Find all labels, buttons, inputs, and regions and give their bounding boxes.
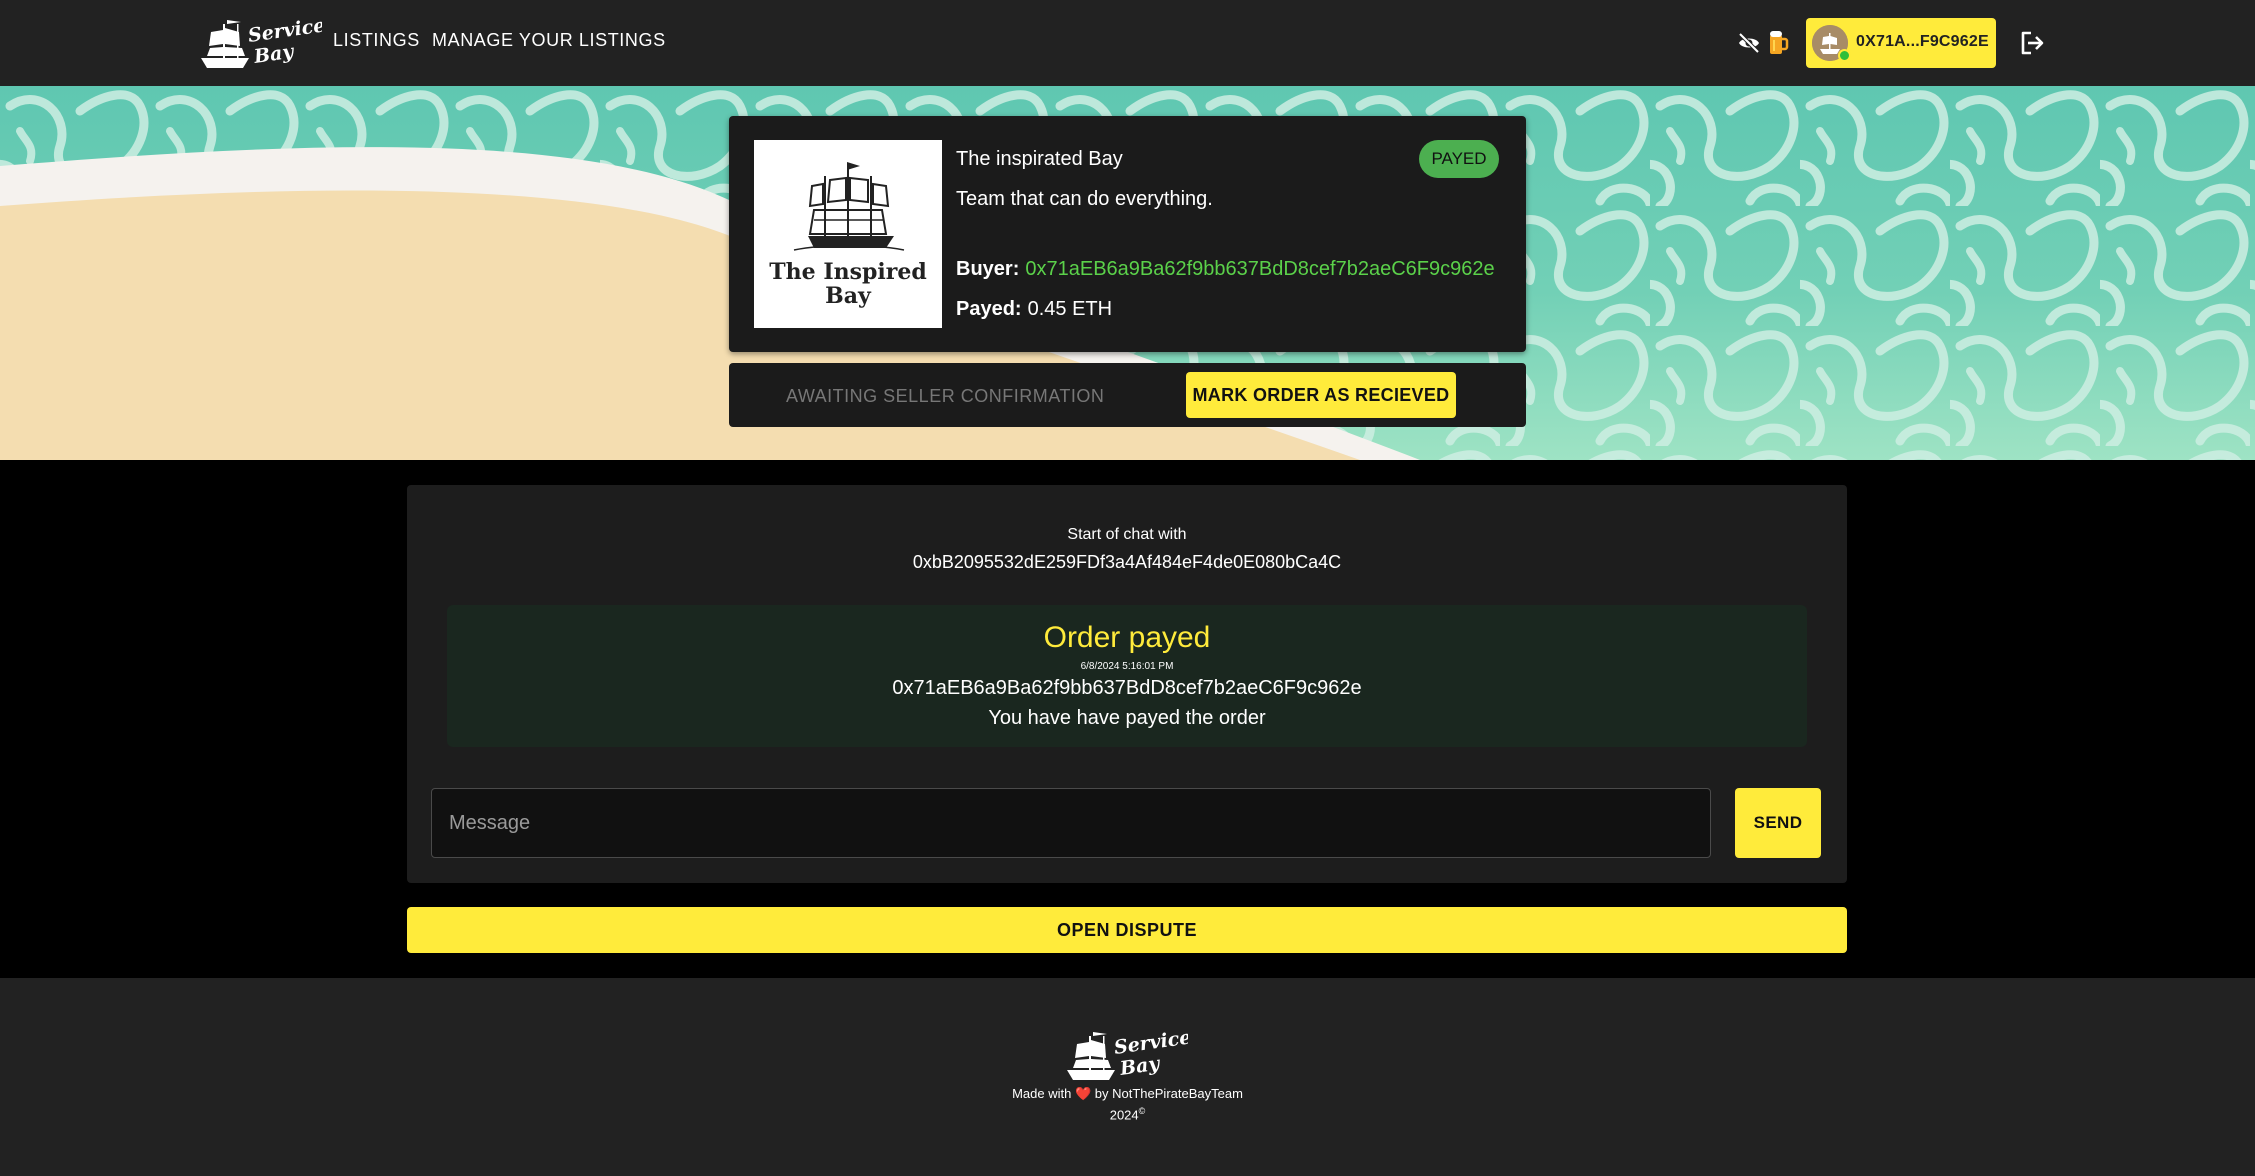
buyer-row: Buyer: 0x71aEB6a9Ba62f9bb637BdD8cef7b2aeC… [956, 258, 1495, 281]
buyer-address[interactable]: 0x71aEB6a9Ba62f9bb637BdD8cef7b2aeC6F9c96… [1025, 258, 1494, 280]
wallet-account-button[interactable]: 0X71A...F9C962E [1806, 18, 1996, 68]
payed-label: Payed: [956, 298, 1022, 320]
open-dispute-button[interactable]: OPEN DISPUTE [407, 907, 1847, 953]
awaiting-seller-confirmation-status: AWAITING SELLER CONFIRMATION [786, 386, 1105, 406]
mark-order-received-button[interactable]: MARK ORDER AS RECIEVED [1186, 372, 1456, 418]
listing-image-caption: The Inspired Bay [769, 259, 927, 309]
buyer-label: Buyer: [956, 258, 1020, 280]
svg-text:Bay: Bay [1118, 1052, 1163, 1080]
listing-image: The Inspired Bay [754, 140, 942, 328]
top-nav-bar: Service Bay LISTINGS MANAGE YOUR LISTING… [0, 0, 2255, 86]
year: 2024 [1109, 1107, 1139, 1123]
ship-illustration [793, 162, 905, 251]
footer-year: 2024© [0, 1106, 2255, 1122]
chat-start-label: Start of chat with [1067, 526, 1187, 543]
wallet-address: 0X71A...F9C962E [1856, 33, 1989, 50]
send-button[interactable]: SEND [1735, 788, 1821, 858]
footer-made-with: Made with ❤️ by NotThePirateBayTeam [0, 1086, 2255, 1102]
order-title: The inspirated Bay [956, 148, 1123, 170]
event-message: You have have payed the order [988, 707, 1266, 729]
order-action-bar: AWAITING SELLER CONFIRMATION MARK ORDER … [729, 363, 1526, 427]
chat-partner-address: 0xbB2095532dE259FDf3a4Af484eF4de0E080bCa… [912, 552, 1342, 572]
svg-text:Bay: Bay [252, 40, 297, 68]
chat-panel: Start of chat with 0xbB2095532dE259FDf3a… [407, 485, 1847, 883]
chat-event-order-payed: Order payed 6/8/2024 5:16:01 PM 0x71aEB6… [447, 605, 1807, 747]
order-card: The Inspired Bay The inspirated Bay Team… [729, 116, 1526, 352]
status-badge: PAYED [1419, 140, 1499, 178]
nav-link-manage-listings[interactable]: MANAGE YOUR LISTINGS [432, 30, 666, 51]
message-input[interactable] [431, 788, 1711, 858]
payed-amount: 0.45 ETH [1027, 298, 1113, 320]
copyright-symbol: © [1138, 1106, 1146, 1116]
beer-icon[interactable] [1767, 27, 1789, 57]
service-bay-logo[interactable]: Service Bay [1063, 1026, 1188, 1086]
logout-icon[interactable] [2018, 29, 2046, 57]
order-description: Team that can do everything. [956, 188, 1213, 210]
event-address: 0x71aEB6a9Ba62f9bb637BdD8cef7b2aeC6F9c96… [892, 677, 1362, 699]
footer: Service Bay Made with ❤️ by NotThePirate… [0, 978, 2255, 1176]
event-timestamp: 6/8/2024 5:16:01 PM [1080, 661, 1174, 672]
hero-banner: The Inspired Bay The inspirated Bay Team… [0, 86, 2255, 460]
event-title: Order payed [1043, 621, 1211, 654]
payed-row: Payed: 0.45 ETH [956, 298, 1112, 321]
eye-off-icon[interactable] [1737, 31, 1761, 55]
service-bay-logo[interactable]: Service Bay [197, 14, 322, 74]
online-status-dot [1838, 49, 1851, 62]
heart-icon: ❤️ [1074, 1086, 1092, 1101]
made-with-prefix: Made with [1012, 1086, 1072, 1101]
made-with-suffix: by NotThePirateBayTeam [1094, 1086, 1243, 1101]
nav-link-listings[interactable]: LISTINGS [333, 30, 420, 51]
